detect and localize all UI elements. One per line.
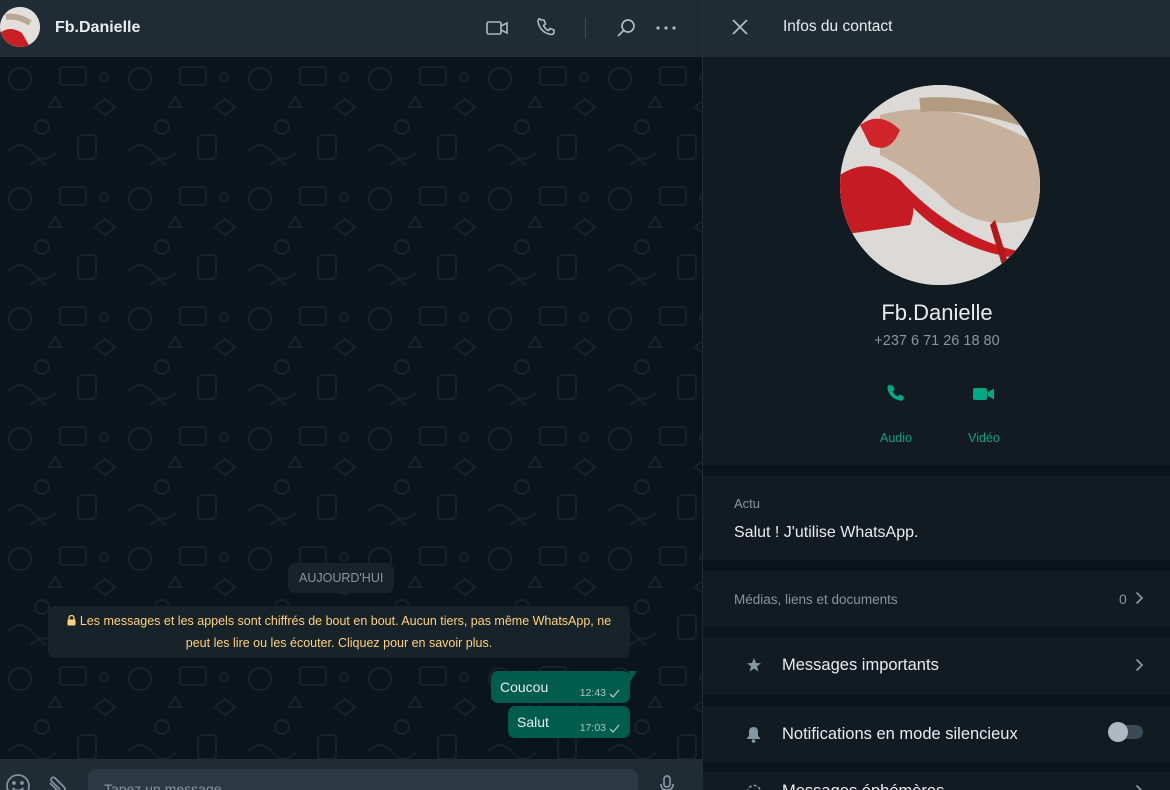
phone-icon	[861, 379, 931, 409]
contact-info-title: Infos du contact	[783, 18, 893, 35]
audio-label: Audio	[880, 431, 912, 445]
toggle-knob	[1108, 722, 1128, 742]
single-check-icon	[609, 689, 620, 698]
starred-messages-row[interactable]: Messages importants	[703, 637, 1170, 695]
message-bubble-outgoing[interactable]: Coucou 12:43	[491, 671, 637, 703]
chevron-right-icon	[1135, 658, 1144, 677]
contact-avatar[interactable]	[0, 7, 40, 47]
message-input[interactable]	[88, 769, 638, 790]
chevron-right-icon	[1135, 591, 1144, 610]
mute-toggle[interactable]	[1108, 722, 1143, 742]
contact-info-panel: Infos du contact Fb.Danielle +237 6 71 2…	[702, 0, 1170, 790]
close-icon[interactable]	[731, 18, 753, 40]
mute-notifications-label: Notifications en mode silencieux	[782, 725, 1018, 743]
ephemeral-messages-row[interactable]: Messages éphémères	[703, 772, 1170, 790]
about-label: Actu	[734, 496, 761, 511]
bell-icon	[746, 726, 761, 748]
about-section: Actu Salut ! J'utilise WhatsApp.	[703, 476, 1170, 560]
message-composer	[0, 759, 702, 790]
media-links-docs-row[interactable]: Médias, liens et documents 0	[703, 571, 1170, 627]
starred-messages-label: Messages importants	[782, 656, 939, 674]
profile-section: Fb.Danielle +237 6 71 26 18 80 Audio Vid…	[703, 57, 1170, 465]
single-check-icon	[609, 724, 620, 733]
profile-name: Fb.Danielle	[881, 300, 993, 325]
date-divider: AUJOURD'HUI	[288, 563, 395, 593]
profile-photo[interactable]	[840, 85, 1040, 285]
message-time: 17:03	[579, 722, 606, 734]
attach-icon[interactable]	[46, 773, 70, 790]
bubble-tail	[629, 671, 637, 683]
timer-icon	[746, 784, 762, 790]
message-time: 12:43	[579, 687, 606, 699]
video-label: Vidéo	[968, 431, 1000, 445]
message-meta: 17:03	[580, 722, 620, 734]
video-call-button[interactable]: Vidéo	[949, 379, 1019, 445]
star-icon	[746, 657, 762, 678]
ephemeral-messages-label: Messages éphémères	[782, 782, 944, 790]
encryption-notice[interactable]: Les messages et les appels sont chiffrés…	[48, 606, 630, 658]
chevron-right-icon	[1135, 784, 1144, 790]
video-call-icon[interactable]	[485, 16, 509, 40]
chat-header: Fb.Danielle	[0, 0, 702, 57]
menu-icon[interactable]	[654, 16, 678, 40]
mute-notifications-row: Notifications en mode silencieux	[703, 706, 1170, 762]
about-value: Salut ! J'utilise WhatsApp.	[734, 524, 919, 541]
profile-phone: +237 6 71 26 18 80	[874, 333, 1000, 349]
encryption-notice-text: Les messages et les appels sont chiffrés…	[79, 614, 612, 650]
search-icon[interactable]	[614, 16, 638, 40]
message-text: Coucou	[500, 679, 549, 695]
emoji-icon[interactable]	[5, 773, 31, 790]
voice-call-icon[interactable]	[535, 16, 559, 40]
media-label: Médias, liens et documents	[734, 592, 898, 607]
message-meta: 12:43	[580, 687, 620, 699]
media-count: 0	[1119, 591, 1127, 607]
message-bubble-outgoing[interactable]: Salut 17:03	[508, 706, 630, 738]
audio-call-button[interactable]: Audio	[861, 379, 931, 445]
chat-pane: Fb.Danielle AUJOURD'HUI Les messages et …	[0, 0, 702, 790]
message-text: Salut	[517, 714, 549, 730]
chat-contact-name[interactable]: Fb.Danielle	[55, 19, 140, 37]
header-divider	[585, 18, 586, 38]
video-camera-icon	[949, 379, 1019, 409]
contact-info-header: Infos du contact	[703, 0, 1170, 57]
lock-icon	[67, 612, 76, 633]
microphone-icon[interactable]	[660, 775, 674, 790]
